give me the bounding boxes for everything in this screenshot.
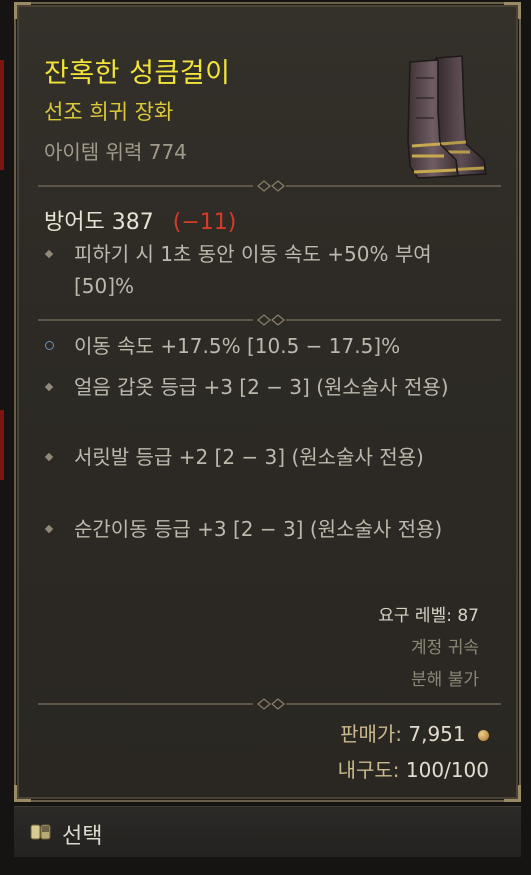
sell-price-label: 판매가:	[340, 722, 403, 746]
diamond-bullet-icon	[44, 524, 54, 534]
divider	[38, 698, 501, 710]
durability-label: 내구도:	[337, 758, 400, 782]
item-tooltip: 잔혹한 성큼걸이 선조 희귀 장화 아이템 위력 774 방어도 387 (−1…	[14, 2, 521, 802]
background-edge-top	[0, 60, 4, 170]
item-power: 아이템 위력 774	[44, 136, 187, 165]
affix-text: 얼음 갑옷 등급 +3 [2 − 3] (원소술사 전용)	[74, 375, 449, 399]
affix-frost-nova: 서릿발 등급 +2 [2 − 3] (원소술사 전용)	[44, 441, 494, 473]
select-label: 선택	[62, 824, 103, 849]
affix-text: 이동 속도 +17.5% [10.5 − 17.5]%	[74, 334, 401, 358]
item-rarity: 선조 희귀 장화	[44, 100, 174, 124]
action-bar: 선택	[14, 806, 521, 857]
divider	[38, 314, 501, 326]
item-name: 잔혹한 성큼걸이	[44, 58, 231, 89]
frame-corner	[14, 2, 31, 19]
keyboard-key-icon	[30, 824, 51, 840]
diamond-bullet-icon	[44, 249, 54, 259]
salvage-text: 분해 불가	[411, 670, 479, 690]
frame-corner	[504, 2, 521, 19]
affix-teleport: 순간이동 등급 +3 [2 − 3] (원소술사 전용)	[44, 513, 494, 545]
implicit-affix-text: 피하기 시 1초 동안 이동 속도 +50% 부여 [50]%	[74, 242, 432, 298]
affix-text: 순간이동 등급 +3 [2 − 3] (원소술사 전용)	[74, 517, 443, 541]
item-power-value: 774	[148, 140, 187, 164]
divider	[38, 180, 501, 192]
account-bound-text: 계정 귀속	[411, 638, 479, 658]
required-level: 요구 레벨: 87	[378, 601, 479, 626]
affix-text: 서릿발 등급 +2 [2 − 3] (원소술사 전용)	[74, 445, 424, 469]
required-level-label: 요구 레벨:	[378, 606, 452, 626]
diamond-bullet-icon	[44, 382, 54, 392]
background-edge-bottom	[0, 410, 4, 480]
frame-corner	[504, 785, 521, 802]
gold-coin-icon	[478, 730, 489, 741]
sell-price: 판매가: 7,951	[340, 718, 489, 747]
boots-icon	[407, 55, 487, 179]
sell-price-value: 7,951	[408, 722, 466, 746]
item-power-label: 아이템 위력	[44, 140, 143, 164]
affix-movement-speed: 이동 속도 +17.5% [10.5 − 17.5]%	[44, 330, 494, 362]
durability-value: 100/100	[405, 758, 489, 782]
durability: 내구도: 100/100	[338, 754, 489, 783]
frame-corner	[14, 785, 31, 802]
affix-ice-armor: 얼음 갑옷 등급 +3 [2 − 3] (원소술사 전용)	[44, 371, 494, 403]
defense-diff: (−11)	[172, 210, 237, 235]
defense-label: 방어도	[44, 210, 105, 235]
defense-value: 387	[111, 210, 154, 235]
implicit-affix: 피하기 시 1초 동안 이동 속도 +50% 부여 [50]%	[44, 238, 494, 302]
diamond-bullet-icon	[44, 452, 54, 462]
ring-bullet-icon	[45, 341, 54, 350]
select-button[interactable]: 선택	[14, 807, 154, 857]
required-level-value: 87	[457, 606, 479, 626]
defense-stat: 방어도 387 (−11)	[44, 204, 236, 236]
